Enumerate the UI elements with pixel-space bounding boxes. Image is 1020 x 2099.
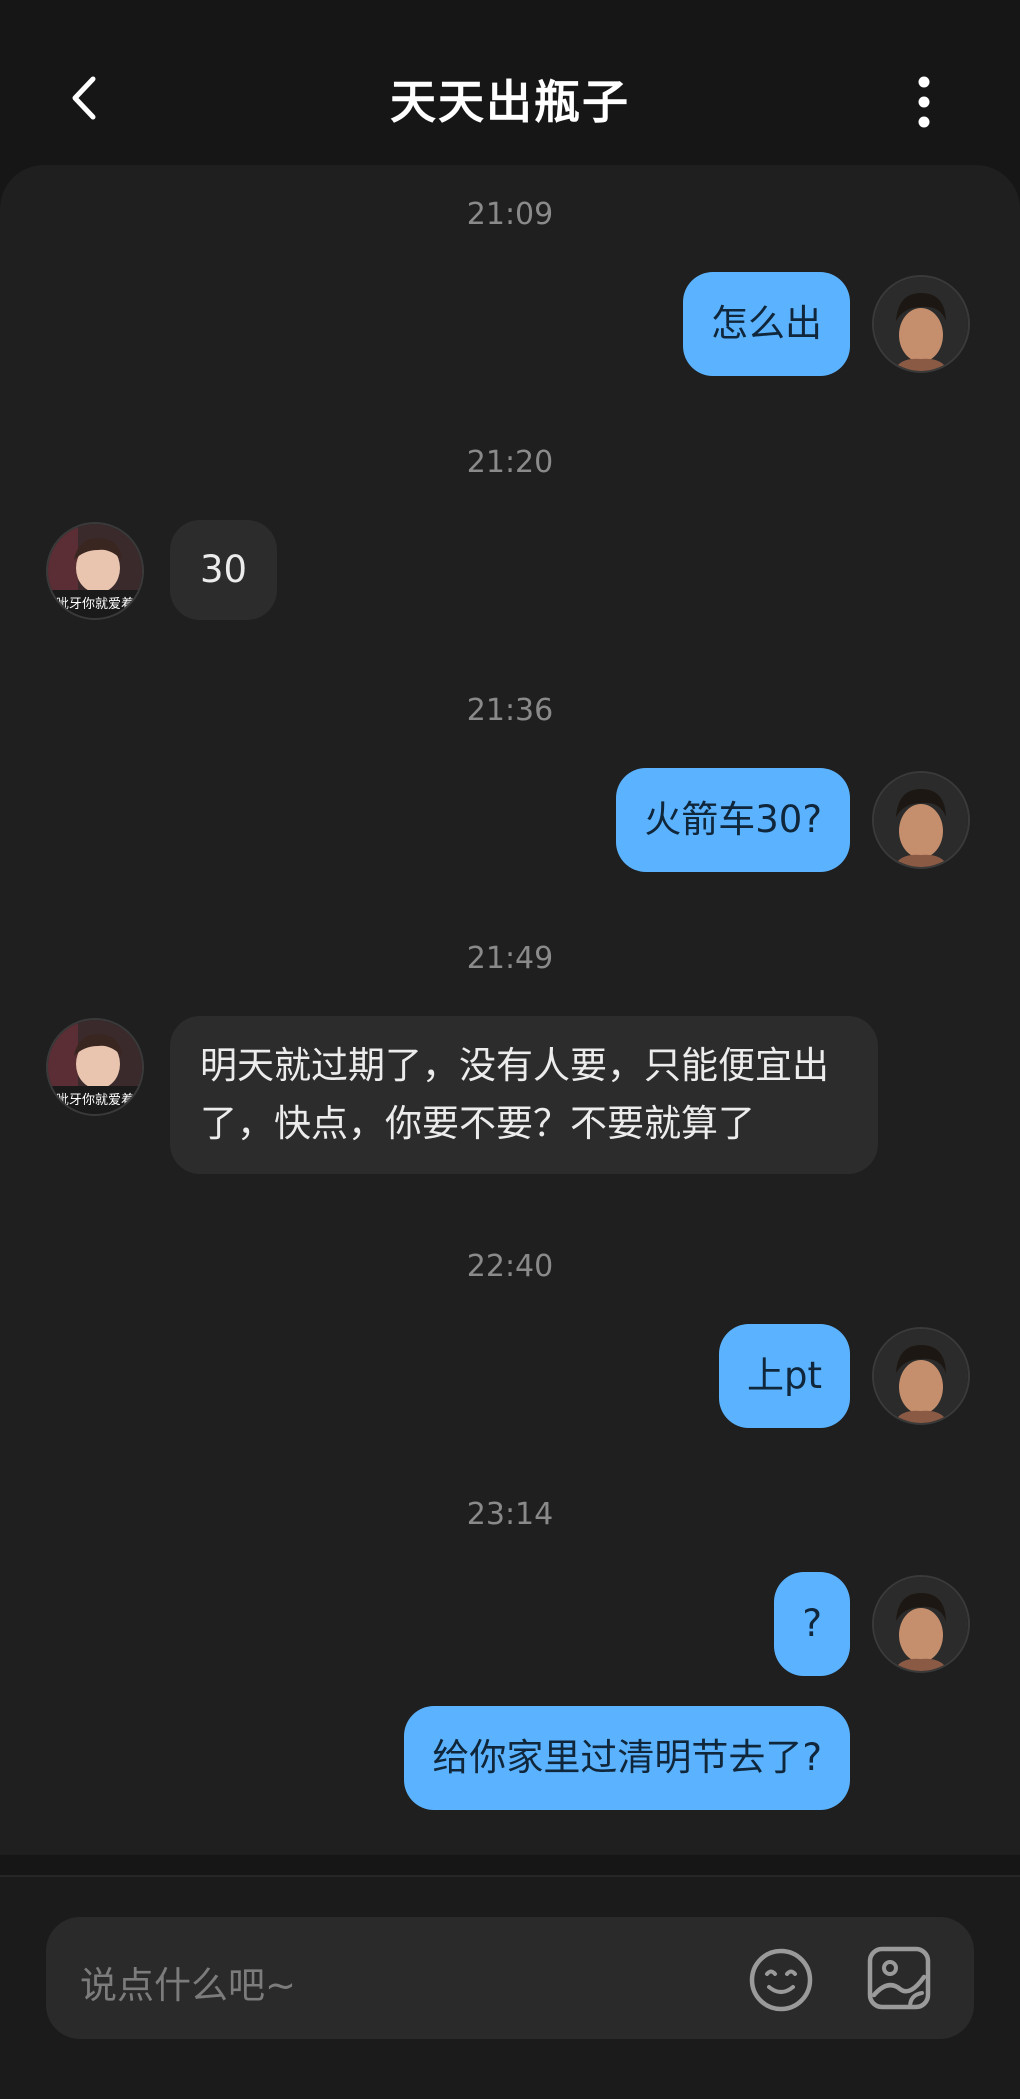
avatar-caption: 呲牙你就爱着 (56, 1092, 134, 1108)
input-placeholder: 说点什么吧~ (80, 1964, 297, 2007)
image-button[interactable] (866, 1945, 932, 2011)
outgoing-message-bubble[interactable]: 给你家里过清明节去了? (404, 1706, 850, 1810)
top-bar: 天天出瓶子 (0, 0, 1020, 165)
timestamp: 21:20 (466, 445, 554, 480)
more-options-button[interactable] (896, 70, 952, 134)
incoming-message-bubble[interactable]: 明天就过期了，没有人要，只能便宜出了，快点，你要不要？不要就算了 (170, 1016, 878, 1174)
more-vertical-icon (918, 76, 930, 128)
image-sticker-icon (867, 1946, 931, 2010)
timestamp: 21:09 (466, 197, 554, 232)
outgoing-message-bubble[interactable]: 怎么出 (683, 272, 850, 376)
timestamp: 23:14 (466, 1497, 554, 1532)
contact-avatar[interactable]: 呲牙你就爱着 (46, 1018, 144, 1116)
my-avatar[interactable] (872, 1575, 970, 1673)
outgoing-message-bubble[interactable]: 火箭车30? (616, 768, 850, 872)
outgoing-message-bubble[interactable]: ? (774, 1572, 850, 1676)
emoji-button[interactable] (746, 1945, 816, 2015)
timestamp: 21:36 (466, 693, 554, 728)
contact-avatar[interactable]: 呲牙你就爱着 (46, 522, 144, 620)
timestamp: 22:40 (466, 1249, 554, 1284)
my-avatar[interactable] (872, 771, 970, 869)
composer-bar: 说点什么吧~ (0, 1875, 1020, 2099)
chat-title: 天天出瓶子 (390, 75, 630, 129)
my-avatar[interactable] (872, 1327, 970, 1425)
message-input[interactable]: 说点什么吧~ (46, 1917, 974, 2039)
timestamp: 21:49 (466, 941, 554, 976)
message-list[interactable] (0, 165, 1020, 1855)
outgoing-message-bubble[interactable]: 上pt (719, 1324, 850, 1428)
smile-emoji-icon (749, 1948, 813, 2012)
incoming-message-bubble[interactable]: 30 (170, 520, 278, 620)
avatar-caption: 呲牙你就爱着 (56, 596, 134, 612)
my-avatar[interactable] (872, 275, 970, 373)
